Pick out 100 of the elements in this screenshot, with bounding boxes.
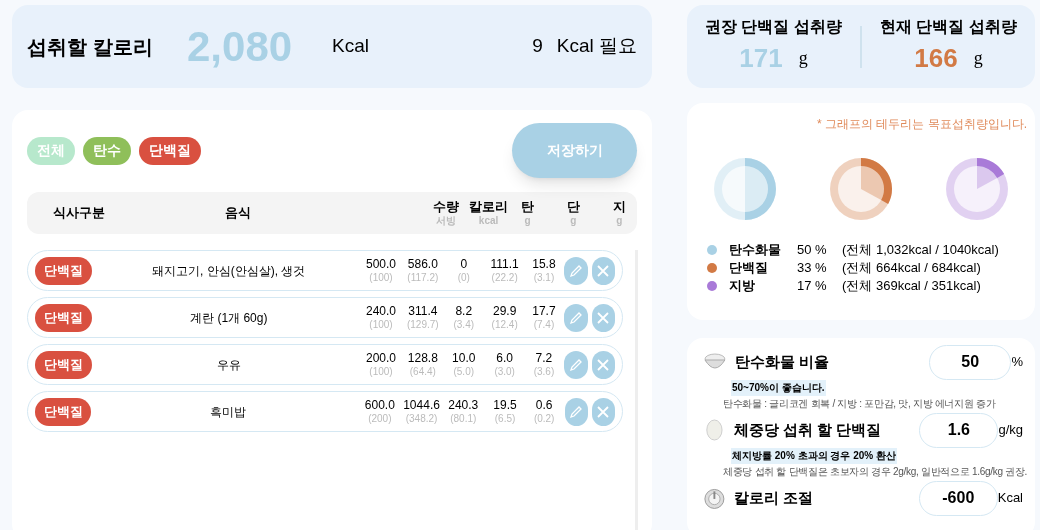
protein-title: 권장 단백질 섭취량 bbox=[705, 17, 842, 37]
delete-button[interactable] bbox=[591, 350, 615, 379]
table-cell: 6.0 bbox=[496, 352, 513, 366]
table-cell: (100) bbox=[369, 365, 393, 377]
table-cell: (6.5) bbox=[494, 412, 516, 424]
category-badge: 단백질 bbox=[35, 256, 92, 285]
table-cell: (129.7) bbox=[406, 318, 439, 330]
table-cell: 0 bbox=[460, 258, 468, 272]
table-cell: 0.6 bbox=[535, 399, 553, 413]
setting-label: 체중당 섭취 할 단백질 bbox=[733, 419, 883, 440]
protein-unit: g bbox=[798, 47, 808, 70]
column-unit: 서빙 bbox=[436, 214, 457, 226]
highlight-note: 체지방률 20% 초과의 경우 20% 환산 bbox=[731, 448, 897, 464]
pie-chart bbox=[713, 157, 777, 221]
table-cell: (100) bbox=[369, 271, 393, 283]
table-cell: (5.0) bbox=[453, 365, 475, 377]
table-cell: 10.0 bbox=[452, 352, 476, 366]
table-cell: (3.6) bbox=[533, 365, 555, 377]
pie-chart bbox=[945, 157, 1009, 221]
unit-label: % bbox=[1011, 353, 1023, 372]
column-header: 칼로리 bbox=[469, 200, 509, 215]
column-header: 지 bbox=[612, 200, 626, 215]
table-cell: (200) bbox=[368, 412, 392, 424]
table-cell: (64.4) bbox=[409, 365, 436, 377]
edit-button[interactable] bbox=[564, 350, 588, 379]
setting-label: 탄수화물 비율 bbox=[734, 351, 831, 372]
delete-button[interactable] bbox=[591, 256, 615, 285]
table-cell: 600.0 bbox=[364, 399, 395, 413]
delete-button[interactable] bbox=[591, 397, 615, 426]
table-cell: 1044.6 bbox=[403, 399, 440, 413]
edit-button[interactable] bbox=[564, 256, 588, 285]
table-cell: 7.2 bbox=[535, 352, 553, 366]
food-name: 계란 (1개 60g) bbox=[189, 309, 269, 327]
protein-title: 현재 단백질 섭취량 bbox=[880, 17, 1017, 37]
category-badge: 단백질 bbox=[35, 303, 92, 332]
needed-label: Kcal 필요 bbox=[556, 34, 637, 59]
highlight-note: 50~70%이 좋습니다. bbox=[731, 380, 826, 396]
close-icon bbox=[596, 357, 611, 372]
column-unit: g bbox=[524, 214, 531, 226]
table-cell: (0.2) bbox=[533, 412, 555, 424]
table-cell: (7.4) bbox=[533, 318, 555, 330]
setting-note: 체중당 섭취 할 단백질은 초보자의 경우 2g/kg, 일반적으로 1.6g/kg 권장. bbox=[723, 465, 1028, 479]
filter-chip[interactable]: 단백질 bbox=[139, 136, 201, 165]
pie-chart bbox=[829, 157, 893, 221]
table-cell: 29.9 bbox=[493, 305, 517, 319]
setting-label: 칼로리 조절 bbox=[733, 487, 814, 508]
table-cell: (348.2) bbox=[405, 412, 438, 424]
category-badge: 단백질 bbox=[35, 397, 92, 426]
column-header: 탄 bbox=[520, 200, 534, 215]
table-cell: (22.2) bbox=[491, 271, 518, 283]
edit-button[interactable] bbox=[564, 397, 588, 426]
column-unit: g bbox=[616, 214, 623, 226]
legend-detail: (전체 664kcal / 684kcal) bbox=[842, 259, 981, 278]
column-header: 단 bbox=[566, 200, 580, 215]
legend-percent: 33 % bbox=[797, 259, 828, 278]
table-cell: 311.4 bbox=[408, 305, 438, 319]
edit-button[interactable] bbox=[564, 303, 588, 332]
pencil-icon bbox=[569, 404, 584, 419]
legend-label: 탄수화물 bbox=[729, 241, 782, 260]
table-cell: 240.0 bbox=[366, 305, 397, 319]
timer-icon bbox=[703, 486, 726, 510]
legend-label: 단백질 bbox=[729, 259, 769, 278]
table-cell: (3.0) bbox=[494, 365, 515, 377]
legend-percent: 50 % bbox=[797, 241, 828, 260]
pencil-icon bbox=[569, 357, 584, 372]
table-cell: 111.1 bbox=[490, 258, 519, 272]
calorie-unit: Kcal bbox=[332, 34, 369, 59]
column-header: 음식 bbox=[224, 205, 251, 221]
table-cell: 200.0 bbox=[366, 352, 397, 366]
protein-value: 171 bbox=[739, 42, 783, 75]
needed-value: 9 bbox=[532, 34, 543, 59]
filter-chip[interactable]: 탄수 bbox=[83, 136, 131, 165]
close-icon bbox=[596, 263, 611, 278]
table-cell: 586.0 bbox=[407, 258, 438, 272]
column-header: 수량 bbox=[433, 200, 460, 215]
table-cell: (100) bbox=[369, 318, 393, 330]
table-cell: (12.4) bbox=[491, 318, 518, 330]
food-name: 우유 bbox=[215, 356, 242, 374]
delete-button[interactable] bbox=[591, 303, 615, 332]
table-cell: 19.5 bbox=[493, 399, 517, 413]
table-cell: 240.3 bbox=[448, 399, 479, 413]
legend-percent: 17 % bbox=[797, 277, 828, 296]
protein-unit: g bbox=[973, 47, 983, 70]
egg-icon bbox=[703, 418, 726, 442]
protein-value: 166 bbox=[914, 42, 958, 75]
column-unit: g bbox=[570, 214, 577, 226]
table-cell: (3.1) bbox=[533, 271, 555, 283]
pencil-icon bbox=[569, 263, 584, 278]
close-icon bbox=[596, 404, 611, 419]
food-name: 흑미밥 bbox=[209, 403, 248, 421]
unit-label: g/kg bbox=[998, 421, 1023, 440]
chart-note: * 그래프의 테두리는 목표섭취량입니다. bbox=[816, 116, 1027, 133]
column-unit: kcal bbox=[478, 214, 499, 226]
legend-detail: (전체 369kcal / 351kcal) bbox=[842, 277, 981, 296]
table-cell: (3.4) bbox=[453, 318, 475, 330]
pencil-icon bbox=[569, 310, 584, 325]
table-cell: 500.0 bbox=[366, 258, 397, 272]
table-cell: (0) bbox=[457, 271, 470, 283]
legend-detail: (전체 1,032kcal / 1040kcal) bbox=[842, 241, 999, 260]
calorie-title: 섭취할 칼로리 bbox=[27, 34, 154, 60]
